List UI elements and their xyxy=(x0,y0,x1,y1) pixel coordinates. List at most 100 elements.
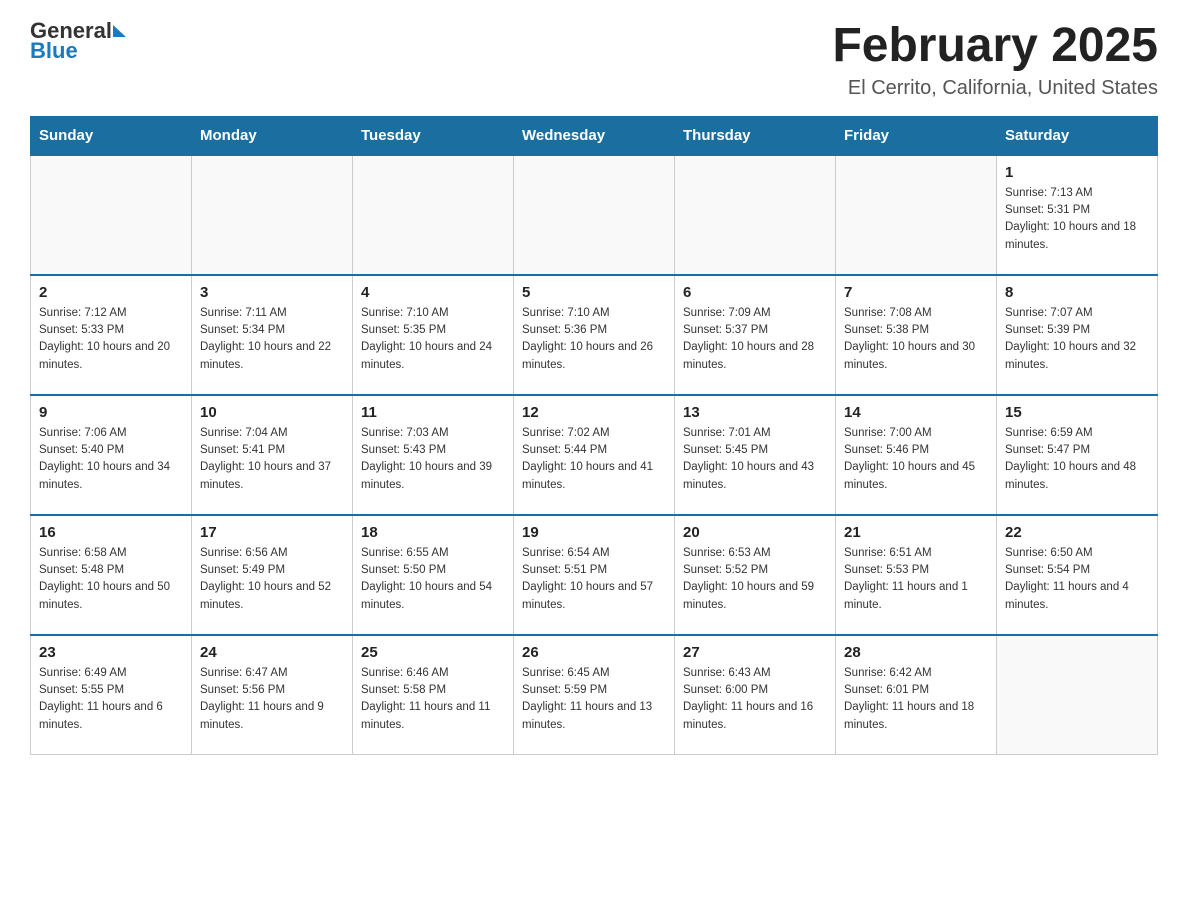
calendar-cell: 16Sunrise: 6:58 AMSunset: 5:48 PMDayligh… xyxy=(31,515,192,635)
day-number: 3 xyxy=(200,284,344,301)
day-number: 19 xyxy=(522,524,666,541)
day-info: Sunrise: 6:51 AMSunset: 5:53 PMDaylight:… xyxy=(844,545,988,614)
calendar-cell: 14 Sunrise: 7:00 AMSunset: 5:46 PMDayligh… xyxy=(836,395,997,515)
day-info: Sunrise: 7:10 AMSunset: 5:35 PMDaylight:… xyxy=(361,305,505,374)
day-info: Sunrise: 7:02 AMSunset: 5:44 PMDaylight:… xyxy=(522,425,666,494)
day-info: Sunrise: 6:53 AMSunset: 5:52 PMDaylight:… xyxy=(683,545,827,614)
day-info: Sunrise: 6:49 AMSunset: 5:55 PMDaylight:… xyxy=(39,665,183,734)
calendar-cell xyxy=(192,155,353,275)
weekday-header-saturday: Saturday xyxy=(997,116,1158,155)
calendar-cell: 13Sunrise: 7:01 AMSunset: 5:45 PMDayligh… xyxy=(675,395,836,515)
day-number: 4 xyxy=(361,284,505,301)
logo-blue: Blue xyxy=(30,40,126,62)
day-number: 18 xyxy=(361,524,505,541)
logo-triangle-icon xyxy=(113,25,126,37)
day-info: Sunrise: 6:45 AMSunset: 5:59 PMDaylight:… xyxy=(522,665,666,734)
day-number: 9 xyxy=(39,404,183,421)
day-info: Sunrise: 7:13 AMSunset: 5:31 PMDaylight:… xyxy=(1005,185,1149,254)
page-title: February 2025 xyxy=(832,20,1158,73)
weekday-row: SundayMondayTuesdayWednesdayThursdayFrid… xyxy=(31,116,1158,155)
day-number: 11 xyxy=(361,404,505,421)
calendar-cell: 27 Sunrise: 6:43 AMSunset: 6:00 PMDayligh… xyxy=(675,635,836,755)
calendar-cell: 22 Sunrise: 6:50 AMSunset: 5:54 PMDayligh… xyxy=(997,515,1158,635)
calendar-cell xyxy=(31,155,192,275)
day-number: 28 xyxy=(844,644,988,661)
day-info: Sunrise: 7:08 AMSunset: 5:38 PMDaylight:… xyxy=(844,305,988,374)
calendar-cell: 18 Sunrise: 6:55 AMSunset: 5:50 PMDayligh… xyxy=(353,515,514,635)
day-number: 20 xyxy=(683,524,827,541)
calendar-cell: 23 Sunrise: 6:49 AMSunset: 5:55 PMDayligh… xyxy=(31,635,192,755)
weekday-header-sunday: Sunday xyxy=(31,116,192,155)
calendar-cell: 25Sunrise: 6:46 AMSunset: 5:58 PMDayligh… xyxy=(353,635,514,755)
day-info: Sunrise: 7:11 AMSunset: 5:34 PMDaylight:… xyxy=(200,305,344,374)
title-area: February 2025 El Cerrito, California, Un… xyxy=(832,20,1158,100)
calendar-cell: 15 Sunrise: 6:59 AMSunset: 5:47 PMDayligh… xyxy=(997,395,1158,515)
calendar-cell: 2Sunrise: 7:12 AMSunset: 5:33 PMDaylight… xyxy=(31,275,192,395)
day-info: Sunrise: 6:54 AMSunset: 5:51 PMDaylight:… xyxy=(522,545,666,614)
calendar-cell: 5 Sunrise: 7:10 AMSunset: 5:36 PMDaylight… xyxy=(514,275,675,395)
day-info: Sunrise: 7:10 AMSunset: 5:36 PMDaylight:… xyxy=(522,305,666,374)
calendar-cell: 11 Sunrise: 7:03 AMSunset: 5:43 PMDayligh… xyxy=(353,395,514,515)
calendar-cell: 19 Sunrise: 6:54 AMSunset: 5:51 PMDayligh… xyxy=(514,515,675,635)
calendar-week-4: 16Sunrise: 6:58 AMSunset: 5:48 PMDayligh… xyxy=(31,515,1158,635)
day-info: Sunrise: 7:04 AMSunset: 5:41 PMDaylight:… xyxy=(200,425,344,494)
day-number: 23 xyxy=(39,644,183,661)
day-info: Sunrise: 7:00 AMSunset: 5:46 PMDaylight:… xyxy=(844,425,988,494)
calendar-cell xyxy=(353,155,514,275)
day-number: 15 xyxy=(1005,404,1149,421)
calendar-cell: 20 Sunrise: 6:53 AMSunset: 5:52 PMDayligh… xyxy=(675,515,836,635)
weekday-header-thursday: Thursday xyxy=(675,116,836,155)
calendar-week-1: 1Sunrise: 7:13 AMSunset: 5:31 PMDaylight… xyxy=(31,155,1158,275)
weekday-header-tuesday: Tuesday xyxy=(353,116,514,155)
calendar-cell: 24 Sunrise: 6:47 AMSunset: 5:56 PMDayligh… xyxy=(192,635,353,755)
day-number: 25 xyxy=(361,644,505,661)
day-info: Sunrise: 7:12 AMSunset: 5:33 PMDaylight:… xyxy=(39,305,183,374)
calendar-cell: 1Sunrise: 7:13 AMSunset: 5:31 PMDaylight… xyxy=(997,155,1158,275)
day-number: 27 xyxy=(683,644,827,661)
calendar-cell: 28 Sunrise: 6:42 AMSunset: 6:01 PMDayligh… xyxy=(836,635,997,755)
calendar-cell xyxy=(514,155,675,275)
day-info: Sunrise: 6:42 AMSunset: 6:01 PMDaylight:… xyxy=(844,665,988,734)
calendar-cell: 26 Sunrise: 6:45 AMSunset: 5:59 PMDayligh… xyxy=(514,635,675,755)
day-info: Sunrise: 7:03 AMSunset: 5:43 PMDaylight:… xyxy=(361,425,505,494)
day-number: 6 xyxy=(683,284,827,301)
day-number: 22 xyxy=(1005,524,1149,541)
day-info: Sunrise: 7:06 AMSunset: 5:40 PMDaylight:… xyxy=(39,425,183,494)
calendar-cell: 10 Sunrise: 7:04 AMSunset: 5:41 PMDayligh… xyxy=(192,395,353,515)
calendar-cell: 17 Sunrise: 6:56 AMSunset: 5:49 PMDayligh… xyxy=(192,515,353,635)
day-info: Sunrise: 6:56 AMSunset: 5:49 PMDaylight:… xyxy=(200,545,344,614)
calendar-cell: 3 Sunrise: 7:11 AMSunset: 5:34 PMDaylight… xyxy=(192,275,353,395)
day-number: 24 xyxy=(200,644,344,661)
day-info: Sunrise: 6:47 AMSunset: 5:56 PMDaylight:… xyxy=(200,665,344,734)
day-info: Sunrise: 6:43 AMSunset: 6:00 PMDaylight:… xyxy=(683,665,827,734)
day-number: 26 xyxy=(522,644,666,661)
calendar-table: SundayMondayTuesdayWednesdayThursdayFrid… xyxy=(30,116,1158,756)
calendar-cell: 7 Sunrise: 7:08 AMSunset: 5:38 PMDaylight… xyxy=(836,275,997,395)
day-info: Sunrise: 6:50 AMSunset: 5:54 PMDaylight:… xyxy=(1005,545,1149,614)
page-subtitle: El Cerrito, California, United States xyxy=(832,77,1158,100)
calendar-cell: 12 Sunrise: 7:02 AMSunset: 5:44 PMDayligh… xyxy=(514,395,675,515)
day-number: 14 xyxy=(844,404,988,421)
logo: General Blue xyxy=(30,20,126,62)
calendar-cell xyxy=(836,155,997,275)
calendar-header: SundayMondayTuesdayWednesdayThursdayFrid… xyxy=(31,116,1158,155)
day-number: 8 xyxy=(1005,284,1149,301)
day-number: 10 xyxy=(200,404,344,421)
calendar-week-5: 23 Sunrise: 6:49 AMSunset: 5:55 PMDayligh… xyxy=(31,635,1158,755)
day-info: Sunrise: 7:07 AMSunset: 5:39 PMDaylight:… xyxy=(1005,305,1149,374)
day-number: 7 xyxy=(844,284,988,301)
day-number: 17 xyxy=(200,524,344,541)
calendar-body: 1Sunrise: 7:13 AMSunset: 5:31 PMDaylight… xyxy=(31,155,1158,755)
weekday-header-wednesday: Wednesday xyxy=(514,116,675,155)
calendar-week-2: 2Sunrise: 7:12 AMSunset: 5:33 PMDaylight… xyxy=(31,275,1158,395)
day-number: 12 xyxy=(522,404,666,421)
day-info: Sunrise: 6:59 AMSunset: 5:47 PMDaylight:… xyxy=(1005,425,1149,494)
weekday-header-friday: Friday xyxy=(836,116,997,155)
calendar-cell: 21Sunrise: 6:51 AMSunset: 5:53 PMDayligh… xyxy=(836,515,997,635)
day-info: Sunrise: 7:09 AMSunset: 5:37 PMDaylight:… xyxy=(683,305,827,374)
day-number: 13 xyxy=(683,404,827,421)
day-info: Sunrise: 6:55 AMSunset: 5:50 PMDaylight:… xyxy=(361,545,505,614)
calendar-cell: 4 Sunrise: 7:10 AMSunset: 5:35 PMDaylight… xyxy=(353,275,514,395)
day-number: 5 xyxy=(522,284,666,301)
calendar-cell xyxy=(675,155,836,275)
